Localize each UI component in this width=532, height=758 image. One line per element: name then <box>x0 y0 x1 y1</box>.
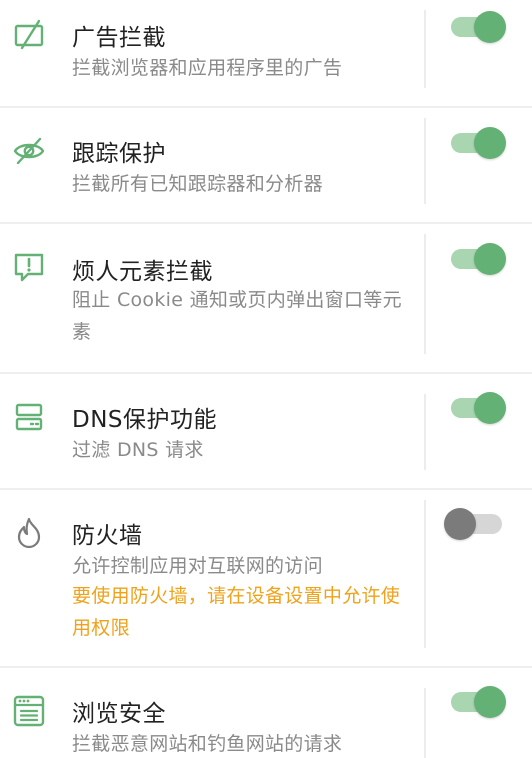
divider-vertical <box>424 688 426 758</box>
divider-vertical <box>424 118 426 204</box>
toggle-thumb <box>474 392 506 424</box>
browsing-security-toggle[interactable] <box>446 685 508 719</box>
feature-title: 烦人元素拦截 <box>72 259 213 285</box>
feature-row-dns-protection[interactable]: DNS保护功能 过滤 DNS 请求 <box>0 374 532 488</box>
protection-features-list: 广告拦截 拦截浏览器和应用程序里的广告 跟踪保护 拦截所有已知跟踪器和分析器 烦… <box>0 0 532 758</box>
tracking-protection-icon <box>13 137 45 165</box>
feature-description: 过滤 DNS 请求 <box>72 439 204 461</box>
feature-description: 拦截恶意网站和钓鱼网站的请求 <box>72 733 343 755</box>
ad-block-icon <box>14 19 44 50</box>
feature-description: 阻止 Cookie 通知或页内弹出窗口等元素 <box>72 289 402 343</box>
divider-vertical <box>424 500 426 648</box>
feature-row-tracking-protection[interactable]: 跟踪保护 拦截所有已知跟踪器和分析器 <box>0 108 532 222</box>
feature-description: 拦截所有已知跟踪器和分析器 <box>72 173 323 195</box>
feature-title: 浏览安全 <box>72 701 166 727</box>
feature-title: 防火墙 <box>72 523 143 549</box>
permission-warning[interactable]: 要使用防火墙，请在设备设置中允许使用权限 <box>72 580 412 644</box>
feature-row-firewall[interactable]: 防火墙 允许控制应用对互联网的访问 要使用防火墙，请在设备设置中允许使用权限 <box>0 490 532 666</box>
divider-vertical <box>424 394 426 470</box>
toggle-thumb <box>474 127 506 159</box>
dns-icon <box>15 403 43 431</box>
toggle-thumb <box>474 11 506 43</box>
toggle-thumb <box>474 686 506 718</box>
browsing-security-icon <box>13 695 45 727</box>
feature-title: 跟踪保护 <box>72 141 166 167</box>
feature-row-ad-blocking[interactable]: 广告拦截 拦截浏览器和应用程序里的广告 <box>0 0 532 106</box>
feature-title: DNS保护功能 <box>72 407 218 433</box>
firewall-toggle[interactable] <box>444 507 508 541</box>
toggle-thumb <box>474 243 506 275</box>
feature-description: 允许控制应用对互联网的访问 <box>72 555 323 577</box>
feature-description: 拦截浏览器和应用程序里的广告 <box>72 57 343 79</box>
tracking-protection-toggle[interactable] <box>446 126 508 160</box>
divider-vertical <box>424 234 426 354</box>
divider-vertical <box>424 10 426 88</box>
feature-title: 广告拦截 <box>72 25 166 51</box>
feature-row-annoyance-blocking[interactable]: 烦人元素拦截 阻止 Cookie 通知或页内弹出窗口等元素 <box>0 224 532 372</box>
annoyance-icon <box>14 253 44 282</box>
dns-protection-toggle[interactable] <box>446 391 508 425</box>
firewall-icon <box>17 517 41 549</box>
ad-blocking-toggle[interactable] <box>446 10 508 44</box>
feature-row-browsing-security[interactable]: 浏览安全 拦截恶意网站和钓鱼网站的请求 <box>0 668 532 758</box>
annoyance-blocking-toggle[interactable] <box>446 242 508 276</box>
toggle-thumb <box>444 508 476 540</box>
